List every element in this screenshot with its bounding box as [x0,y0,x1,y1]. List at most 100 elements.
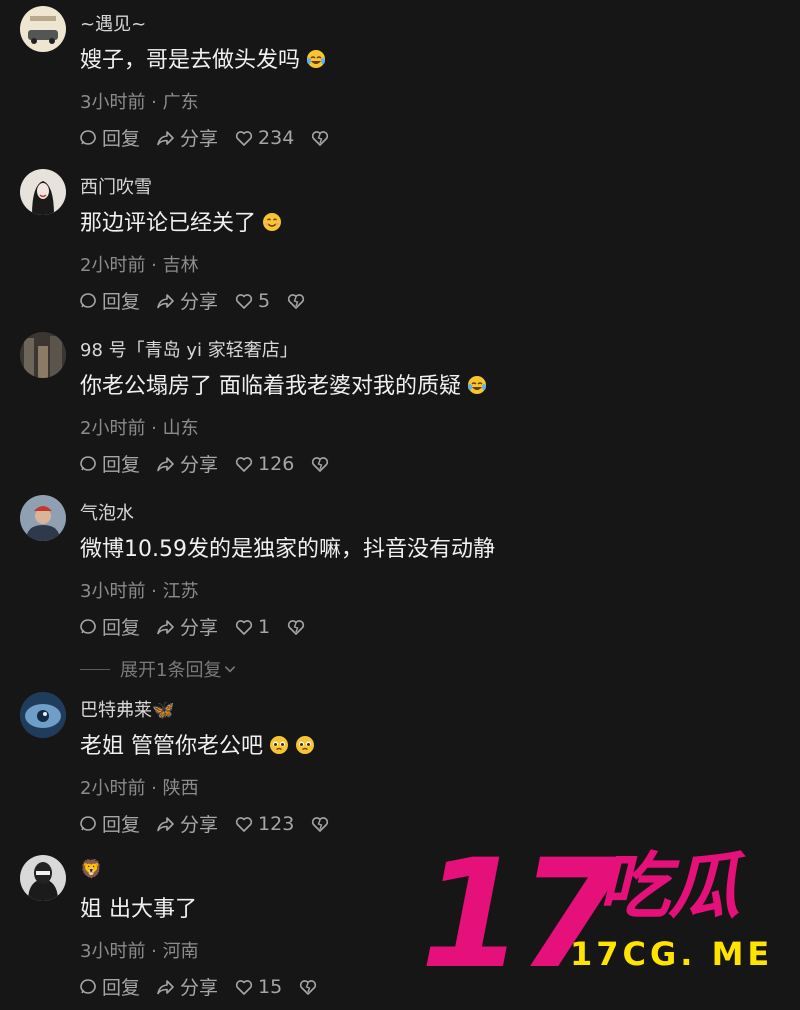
reply-icon [80,815,96,831]
comment-text: 嫂子，哥是去做头发吗 [80,42,326,74]
broken-heart-icon [288,293,305,309]
reply-button[interactable]: 回复 [78,810,140,837]
like-count: 1 [258,615,271,638]
avatar[interactable] [20,855,66,901]
comment-time: 2小时前 [80,778,146,799]
heart-icon [235,456,253,472]
share-label: 分享 [180,617,219,639]
heart-icon [235,130,253,146]
reply-icon [80,129,96,145]
comment-actions: 回复 分享 15 [78,973,338,1000]
reply-button[interactable]: 回复 [78,450,140,477]
reply-icon [80,455,96,471]
like-button[interactable]: 123 [234,813,294,835]
share-button[interactable]: 分享 [156,613,218,640]
expand-replies-button[interactable]: 展开1条回复 [80,656,237,682]
reply-icon [80,292,96,308]
laugh-cry-emoji-icon [307,50,326,68]
like-button[interactable]: 5 [234,290,270,312]
comment-meta: 2小时前 · 山东 [80,418,199,439]
share-label: 分享 [180,291,219,313]
comment-actions: 回复 分享 123 [78,810,350,837]
reply-button[interactable]: 回复 [78,124,140,151]
reply-button[interactable]: 回复 [78,287,140,314]
comment-text-body: 那边评论已经关了 [80,211,257,236]
username[interactable]: 98 号「青岛 yi 家轻奢店」 [80,336,298,362]
watermark-name: 吃瓜 [598,844,740,928]
comment-time: 3小时前 [80,941,146,962]
avatar[interactable] [20,169,66,215]
comment-item: ~遇见~ 嫂子，哥是去做头发吗 3小时前 · 广东 回复 分享 234 [0,0,800,162]
comment-meta: 3小时前 · 广东 [80,92,199,113]
watermark-logo: 17 吃瓜 17CG. ME [420,840,790,1005]
reply-label: 回复 [102,617,141,639]
broken-heart-icon [300,979,317,995]
like-count: 15 [258,975,283,998]
comment-actions: 回复 分享 1 [78,613,326,640]
avatar[interactable] [20,6,66,52]
comment-meta: 2小时前 · 吉林 [80,255,199,276]
like-button[interactable]: 15 [234,976,282,998]
like-count: 126 [258,452,295,475]
avatar[interactable] [20,495,66,541]
comment-location: 广东 [162,92,199,113]
comment-text-body: 你老公塌房了 面临着我老婆对我的质疑 [80,374,461,399]
comment-item: 西门吹雪 那边评论已经关了 2小时前 · 吉林 回复 分享 5 [0,163,800,325]
share-button[interactable]: 分享 [156,973,218,1000]
reply-button[interactable]: 回复 [78,613,140,640]
comment-text-body: 嫂子，哥是去做头发吗 [80,48,301,73]
username[interactable]: ~遇见~ [80,10,146,36]
like-button[interactable]: 126 [234,453,294,475]
comment-location: 山东 [162,418,199,439]
reply-button[interactable]: 回复 [78,973,140,1000]
watermark-url: 17CG. ME [570,935,774,973]
heart-icon [235,619,253,635]
comment-time: 3小时前 [80,92,146,113]
dislike-button[interactable] [310,454,334,474]
comment-location: 河南 [162,941,199,962]
share-icon [157,293,174,308]
username[interactable]: 气泡水 [80,499,134,525]
username[interactable]: 西门吹雪 [80,173,152,199]
share-label: 分享 [180,977,219,999]
reply-label: 回复 [102,814,141,836]
dislike-button[interactable] [310,814,334,834]
avatar[interactable] [20,332,66,378]
share-icon [157,816,174,831]
comment-actions: 回复 分享 5 [78,287,326,314]
comment-time: 2小时前 [80,418,146,439]
username[interactable]: 🦁 [80,859,102,880]
comment-text: 微博10.59发的是独家的嘛，抖音没有动静 [80,537,495,562]
dislike-button[interactable] [310,128,334,148]
share-button[interactable]: 分享 [156,287,218,314]
share-button[interactable]: 分享 [156,124,218,151]
broken-heart-icon [312,816,329,832]
comment-item: 巴特弗莱🦋 老姐 管管你老公吧 2小时前 · 陕西 回复 分享 123 [0,686,800,848]
like-count: 234 [258,126,295,149]
divider [80,668,110,670]
dislike-button[interactable] [286,617,310,637]
heart-icon [235,293,253,309]
chevron-down-icon [225,666,236,673]
dislike-button[interactable] [286,291,310,311]
username[interactable]: 巴特弗莱🦋 [80,696,174,722]
heart-icon [235,979,253,995]
comment-meta: 3小时前 · 河南 [80,941,199,962]
dislike-button[interactable] [298,977,322,997]
comment-text-body: 老姐 管管你老公吧 [80,734,263,759]
comment-actions: 回复 分享 126 [78,450,350,477]
share-button[interactable]: 分享 [156,450,218,477]
comment-text: 你老公塌房了 面临着我老婆对我的质疑 [80,368,487,400]
avatar[interactable] [20,692,66,738]
like-button[interactable]: 234 [234,127,294,149]
comment-item: 98 号「青岛 yi 家轻奢店」 你老公塌房了 面临着我老婆对我的质疑 2小时前… [0,326,800,488]
broken-heart-icon [288,619,305,635]
reply-label: 回复 [102,454,141,476]
broken-heart-icon [312,456,329,472]
pleading-emoji-icon [270,736,288,754]
laugh-cry-emoji-icon [468,376,486,394]
comment-time: 2小时前 [80,255,146,276]
share-button[interactable]: 分享 [156,810,218,837]
like-button[interactable]: 1 [234,616,270,638]
comment-location: 吉林 [162,255,199,276]
